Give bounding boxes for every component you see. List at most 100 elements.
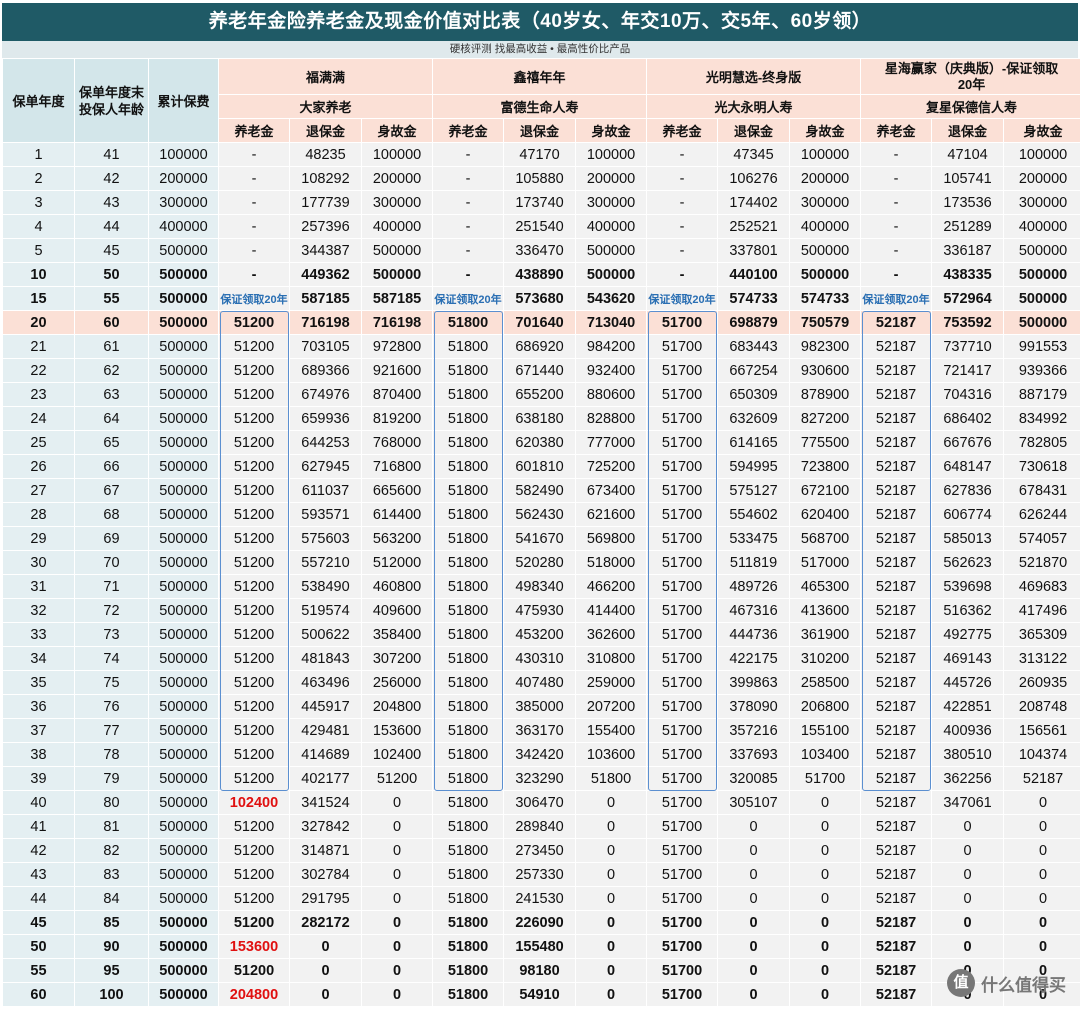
table-cell: 0	[362, 815, 433, 839]
table-cell: 878900	[790, 383, 861, 407]
table-cell: 414689	[290, 743, 362, 767]
table-cell: -	[219, 263, 290, 287]
table-cell: 644253	[290, 431, 362, 455]
table-cell: 575603	[290, 527, 362, 551]
table-cell: 51200	[219, 671, 290, 695]
table-cell: 0	[932, 911, 1004, 935]
table-cell: 500000	[149, 359, 219, 383]
table-cell: 105880	[504, 167, 576, 191]
table-cell: 52187	[861, 911, 932, 935]
table-cell: 500000	[149, 695, 219, 719]
table-cell: 44	[3, 887, 75, 911]
table-cell: 51200	[219, 311, 290, 335]
table-cell: 51800	[433, 599, 504, 623]
table-cell: -	[219, 191, 290, 215]
table-cell: 880600	[576, 383, 647, 407]
table-cell: 500000	[149, 767, 219, 791]
table-cell: 51200	[219, 647, 290, 671]
watermark: 值 什么值得买	[947, 969, 1066, 997]
table-cell: 51800	[433, 383, 504, 407]
table-cell: -	[647, 239, 718, 263]
table-cell: 463496	[290, 671, 362, 695]
table-cell: 51800	[433, 503, 504, 527]
table-row: 3878500000512004146891024005180034242010…	[3, 743, 1080, 767]
table-cell: 4	[3, 215, 75, 239]
table-cell: 819200	[362, 407, 433, 431]
table-cell: 3	[3, 191, 75, 215]
table-cell: 0	[718, 863, 790, 887]
table-cell: 500000	[790, 239, 861, 263]
table-cell: 541670	[504, 527, 576, 551]
table-cell: 63	[75, 383, 149, 407]
table-cell: 500000	[149, 863, 219, 887]
table-cell: 672100	[790, 479, 861, 503]
table-cell: 61	[75, 335, 149, 359]
table-cell: 320085	[718, 767, 790, 791]
table-cell: 593571	[290, 503, 362, 527]
table-cell: 51200	[219, 431, 290, 455]
table-cell: 400000	[1004, 215, 1080, 239]
table-cell: 991553	[1004, 335, 1080, 359]
table-cell: 74	[75, 647, 149, 671]
table-cell: 70	[75, 551, 149, 575]
table-cell: 500000	[149, 743, 219, 767]
table-cell: 306470	[504, 791, 576, 815]
table-row: 1555500000保证领取20年587185587185保证领取20年5736…	[3, 287, 1080, 311]
table-cell: 768000	[362, 431, 433, 455]
table-cell: 614165	[718, 431, 790, 455]
table-cell: 500000	[149, 311, 219, 335]
table-cell: 51700	[647, 935, 718, 959]
table-cell: 475930	[504, 599, 576, 623]
table-cell: 500000	[149, 263, 219, 287]
table-cell: 572964	[932, 287, 1004, 311]
table-cell: 51200	[219, 455, 290, 479]
table-cell: 83	[75, 863, 149, 887]
table-cell: 52187	[861, 359, 932, 383]
table-cell: 52187	[861, 383, 932, 407]
table-cell: 289840	[504, 815, 576, 839]
table-cell: 41	[75, 143, 149, 167]
table-cell: 402177	[290, 767, 362, 791]
table-cell: 106276	[718, 167, 790, 191]
table-cell: 108292	[290, 167, 362, 191]
table-cell: 51800	[576, 767, 647, 791]
table-cell: 103600	[576, 743, 647, 767]
table-cell: 51700	[647, 743, 718, 767]
table-cell: 0	[790, 863, 861, 887]
table-cell: 103400	[790, 743, 861, 767]
table-cell: 674976	[290, 383, 362, 407]
table-cell: 716800	[362, 455, 433, 479]
table-cell: 0	[790, 959, 861, 983]
table-cell: 35	[3, 671, 75, 695]
table-cell: 0	[1004, 815, 1080, 839]
table-cell: 0	[718, 959, 790, 983]
table-cell: 310200	[790, 647, 861, 671]
table-cell: 347061	[932, 791, 1004, 815]
table-cell: 0	[932, 815, 1004, 839]
table-cell: 153600	[219, 935, 290, 959]
table-cell: 55	[75, 287, 149, 311]
table-cell: 0	[576, 791, 647, 815]
table-cell: 200000	[362, 167, 433, 191]
table-cell: 422175	[718, 647, 790, 671]
table-cell: 51700	[647, 959, 718, 983]
table-cell: 155480	[504, 935, 576, 959]
table-cell: 587185	[290, 287, 362, 311]
table-cell: 357216	[718, 719, 790, 743]
table-cell: 84	[75, 887, 149, 911]
table-cell: 500000	[149, 239, 219, 263]
table-cell: 698879	[718, 311, 790, 335]
watermark-text: 什么值得买	[981, 971, 1066, 996]
table-cell: 500000	[149, 575, 219, 599]
table-cell: 51700	[647, 983, 718, 1007]
table-cell: 51200	[219, 743, 290, 767]
table-cell: 500000	[149, 479, 219, 503]
table-row: 2767500000512006110376656005180058249067…	[3, 479, 1080, 503]
table-cell: 51700	[647, 527, 718, 551]
table-cell: 650309	[718, 383, 790, 407]
table-row: 3373500000512005006223584005180045320036…	[3, 623, 1080, 647]
table-row: 3676500000512004459172048005180038500020…	[3, 695, 1080, 719]
table-row: 5090500000153600005180015548005170000521…	[3, 935, 1080, 959]
table-cell: 200000	[576, 167, 647, 191]
table-cell: 627945	[290, 455, 362, 479]
